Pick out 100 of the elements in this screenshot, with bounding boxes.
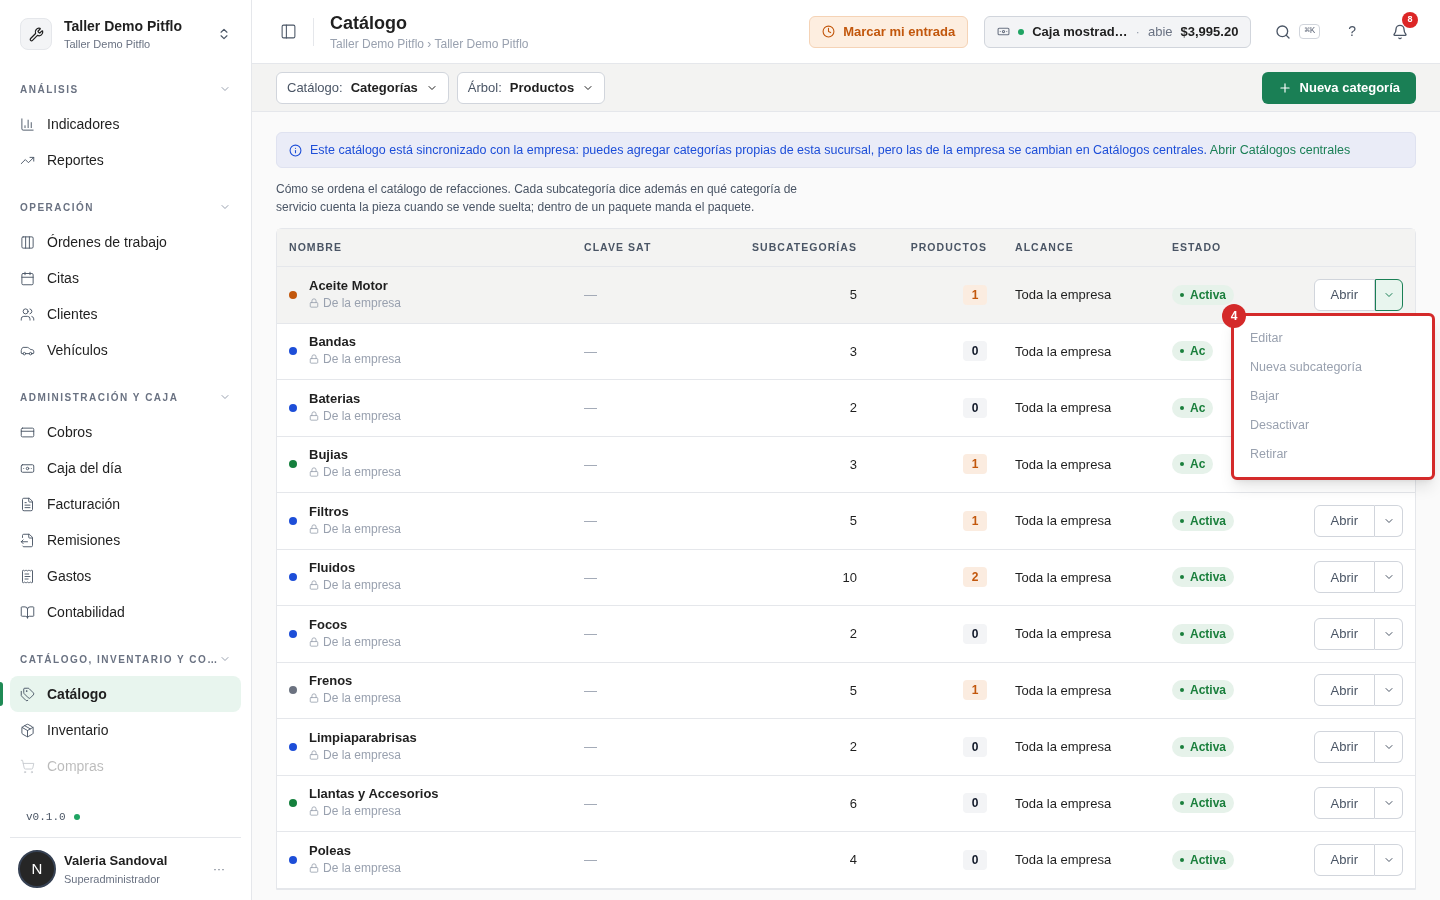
info-icon bbox=[289, 144, 302, 157]
open-button[interactable]: Abrir bbox=[1313, 504, 1375, 537]
product-count: 1 bbox=[963, 284, 987, 305]
receipt-icon bbox=[20, 568, 35, 584]
table-cell-text: Toda la empresa bbox=[1014, 455, 1113, 474]
shortcut-key: ⌘K bbox=[1299, 23, 1321, 40]
column-header: PRODUCTOS bbox=[910, 239, 988, 255]
product-count: 0 bbox=[963, 736, 987, 757]
open-button[interactable]: Abrir bbox=[1313, 730, 1375, 763]
sidebar-item[interactable]: Vehículos bbox=[10, 332, 241, 368]
table-cell-text: — bbox=[584, 286, 597, 304]
wrench-icon bbox=[28, 26, 44, 42]
sidebar-item[interactable]: Facturación bbox=[10, 486, 241, 522]
status-badge: Ac bbox=[1172, 397, 1214, 418]
register-state: abie bbox=[1147, 22, 1173, 41]
workspace-name: Taller Demo Pitflo bbox=[64, 17, 183, 36]
product-count: 0 bbox=[963, 849, 987, 870]
notifications-icon[interactable] bbox=[1392, 23, 1408, 40]
column-header: SUBCATEGORÍAS bbox=[751, 239, 858, 255]
table-cell-text: Toda la empresa bbox=[1014, 681, 1113, 700]
lock-icon bbox=[309, 523, 319, 534]
status-badge: Activa bbox=[1172, 736, 1235, 757]
lock-icon bbox=[309, 297, 319, 308]
banner-text: Este catálogo está sincronizado con la empresa: puedes agregar categorías propias de esta sucursal, pero las de la empresa se cambian en Catálogos centrales. Abrir Catálogos centrales bbox=[310, 142, 1351, 159]
lock-icon bbox=[309, 806, 319, 817]
section-heading: CATÁLOGO, INVENTARIO Y CO… bbox=[20, 652, 219, 667]
workspace-subtitle: Taller Demo Pitflo bbox=[64, 37, 152, 52]
sidebar-item[interactable]: Órdenes de trabajo bbox=[10, 224, 241, 260]
sidebar-item[interactable]: Inventario bbox=[10, 712, 241, 748]
cash-register-button[interactable]: Caja mostrad… · abie $3,995.20 bbox=[984, 15, 1252, 48]
filter-dropdown[interactable]: Árbol: Productos bbox=[456, 71, 606, 104]
sidebar-item[interactable]: Catálogo bbox=[10, 676, 241, 712]
table-cell-text: 5 bbox=[849, 512, 858, 530]
users-icon bbox=[20, 306, 35, 322]
user-menu-button[interactable]: ··· bbox=[213, 860, 233, 878]
table-cell-text: 3 bbox=[849, 342, 858, 361]
category-name: Bujias bbox=[309, 447, 349, 464]
lock-icon bbox=[309, 693, 319, 704]
table-cell-text: 2 bbox=[849, 399, 858, 417]
category-origin: De la empresa bbox=[323, 464, 402, 482]
help-button[interactable]: ? bbox=[1336, 21, 1368, 42]
cart-icon bbox=[20, 758, 35, 774]
banknote-icon bbox=[997, 25, 1011, 38]
sidebar-item[interactable]: Clientes bbox=[10, 296, 241, 332]
filter-dropdown[interactable]: Catálogo: Categorías bbox=[276, 71, 449, 104]
document-icon bbox=[20, 496, 35, 512]
open-button[interactable]: Abrir bbox=[1313, 787, 1375, 820]
sidebar-item[interactable]: Cobros bbox=[10, 414, 241, 450]
sidebar-item[interactable]: Citas bbox=[10, 260, 241, 296]
open-button[interactable]: Abrir bbox=[1313, 617, 1375, 650]
section-heading: OPERACIÓN bbox=[20, 200, 95, 215]
open-button[interactable]: Abrir bbox=[1313, 843, 1375, 876]
separator-dot: · bbox=[1135, 22, 1140, 41]
category-origin: De la empresa bbox=[323, 407, 402, 425]
open-button[interactable]: Abrir bbox=[1313, 674, 1375, 707]
status-badge: Ac bbox=[1172, 454, 1214, 475]
clock-in-button[interactable]: Marcar mi entrada bbox=[809, 15, 969, 48]
sidebar-item[interactable]: Indicadores bbox=[10, 106, 241, 142]
open-button[interactable]: Abrir bbox=[1313, 278, 1375, 311]
central-catalogs-link[interactable]: Abrir Catálogos centrales bbox=[1209, 143, 1351, 157]
sidebar-item[interactable]: Gastos bbox=[10, 558, 241, 594]
product-count: 0 bbox=[963, 341, 987, 362]
table-cell-text: — bbox=[584, 455, 597, 474]
table-cell-text: Toda la empresa bbox=[1014, 342, 1113, 361]
table-cell-text: — bbox=[584, 399, 597, 417]
user-avatar: N bbox=[18, 850, 56, 888]
sidebar-item[interactable]: Caja del día bbox=[10, 450, 241, 486]
status-badge: Ac bbox=[1172, 341, 1214, 362]
column-header: CLAVE SAT bbox=[584, 239, 653, 255]
lock-icon bbox=[309, 580, 319, 591]
card-icon bbox=[20, 424, 35, 440]
product-count: 1 bbox=[963, 454, 987, 475]
category-name: Baterias bbox=[309, 390, 362, 407]
sidebar-toggle-icon[interactable] bbox=[280, 23, 297, 40]
category-name: Bandas bbox=[309, 334, 357, 351]
row-menu-toggle[interactable] bbox=[1375, 278, 1403, 311]
sidebar-item[interactable]: Contabilidad bbox=[10, 594, 241, 630]
table-cell-text: Toda la empresa bbox=[1014, 512, 1113, 530]
category-origin: De la empresa bbox=[323, 859, 402, 877]
table-cell-text: 5 bbox=[849, 681, 858, 700]
table-cell-text: 6 bbox=[849, 794, 858, 813]
product-count: 1 bbox=[963, 510, 987, 531]
status-badge: Activa bbox=[1172, 849, 1235, 870]
table-cell-text: Toda la empresa bbox=[1014, 794, 1113, 813]
box-icon bbox=[20, 722, 35, 738]
sidebar-item[interactable]: Remisiones bbox=[10, 522, 241, 558]
new-category-button[interactable]: Nueva categoría bbox=[1261, 71, 1416, 104]
open-button[interactable]: Abrir bbox=[1313, 561, 1375, 594]
lock-icon bbox=[309, 410, 319, 421]
column-header: ALCANCE bbox=[1014, 239, 1075, 255]
category-origin: De la empresa bbox=[323, 351, 402, 369]
table-cell-text: — bbox=[584, 568, 597, 587]
table-cell-text: 4 bbox=[849, 851, 858, 869]
status-badge: Activa bbox=[1172, 623, 1235, 644]
table-cell-text: — bbox=[584, 625, 597, 643]
sidebar-item[interactable]: Reportes bbox=[10, 142, 241, 178]
search-icon[interactable] bbox=[1275, 23, 1292, 40]
breadcrumb: Taller Demo Pitflo › Taller Demo Pitflo bbox=[330, 35, 530, 53]
status-badge: Activa bbox=[1172, 284, 1235, 305]
category-name: Fluidos bbox=[309, 560, 357, 577]
